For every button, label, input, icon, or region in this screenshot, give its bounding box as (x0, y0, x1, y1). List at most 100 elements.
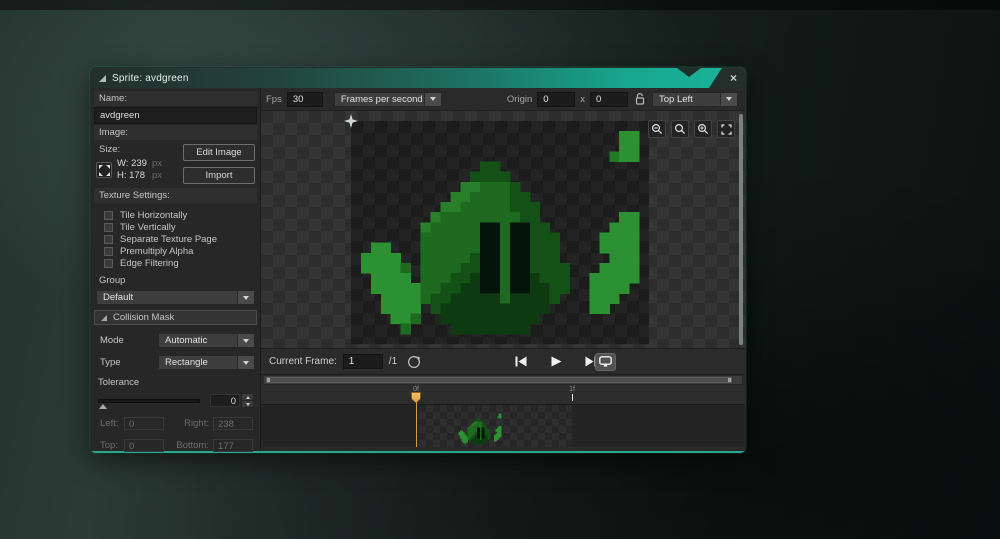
group-label: Group (99, 275, 126, 286)
checkbox-icon[interactable] (104, 234, 113, 244)
playhead-line[interactable] (415, 402, 417, 447)
triangle-down-icon (245, 402, 250, 406)
preview-toolbar: Fps 30 Frames per second Origin 0 x 0 To… (261, 88, 745, 111)
canvas-vertical-scrollbar[interactable] (739, 114, 743, 345)
skip-to-start-icon (515, 356, 527, 367)
origin-y-input[interactable]: 0 (590, 91, 628, 107)
checkbox-icon[interactable] (104, 222, 113, 232)
mode-label: Mode (100, 335, 124, 346)
texture-group-dropdown[interactable]: Default (96, 290, 255, 305)
collision-type-dropdown[interactable]: Rectangle (158, 355, 255, 370)
magnifier-plus-icon (697, 123, 709, 135)
checkbox-label: Tile Vertically (120, 221, 176, 233)
close-icon[interactable]: × (730, 72, 737, 84)
resize-sprite-button[interactable] (96, 162, 112, 178)
origin-lock-button[interactable] (633, 93, 647, 105)
chevron-down-icon (243, 295, 249, 300)
zoom-in-button[interactable] (694, 120, 712, 138)
checkbox-icon[interactable] (104, 258, 113, 268)
titlebar-close-zone: × (709, 68, 745, 88)
sprite-properties-panel: Name: avdgreen Image: Size: W: 239 H: 17… (91, 88, 261, 452)
origin-label: Origin (506, 93, 533, 105)
timeline-ruler[interactable]: 0f 1f (261, 385, 745, 405)
bottom-bound-input[interactable]: 177 (213, 438, 253, 452)
edit-image-button[interactable]: Edit Image (183, 144, 255, 161)
scrollbar-left-grip[interactable] (267, 378, 270, 382)
canvas-zoom-toolbar (648, 120, 735, 138)
loop-playback-button[interactable] (405, 353, 422, 370)
chevron-down-icon (243, 360, 249, 365)
timeline-frame-track[interactable] (261, 405, 745, 447)
animation-timeline: 0f 1f (261, 385, 745, 447)
right-bound-input[interactable]: 238 (213, 416, 253, 430)
play-icon (551, 356, 561, 367)
expand-arrows-icon (98, 164, 110, 176)
loop-icon (407, 355, 421, 368)
scrollbar-right-grip[interactable] (728, 378, 731, 382)
play-button[interactable] (548, 354, 564, 370)
checkbox-icon[interactable] (104, 210, 113, 220)
tolerance-spinner (242, 394, 253, 407)
checkbox-row-edge-filtering[interactable]: Edge Filtering (104, 257, 257, 269)
checkbox-row-tile-horizontally[interactable]: Tile Horizontally (104, 209, 257, 221)
frame-0-thumbnail[interactable] (457, 412, 503, 446)
spinner-down-button[interactable] (242, 401, 253, 407)
import-button[interactable]: Import (183, 167, 255, 184)
chevron-down-icon (243, 338, 249, 343)
monitor-icon (599, 356, 612, 367)
tolerance-slider[interactable] (98, 398, 200, 409)
origin-marker-icon[interactable] (344, 114, 358, 128)
fit-corners-icon (720, 123, 732, 135)
origin-x-input[interactable]: 0 (537, 91, 576, 107)
dropdown-arrow-button[interactable] (720, 92, 737, 106)
left-bound-input[interactable]: 0 (124, 416, 164, 430)
timeline-scrollbar-thumb[interactable] (266, 377, 732, 383)
speed-mode-dropdown[interactable]: Frames per second (333, 91, 442, 107)
fps-input[interactable]: 30 (286, 91, 323, 107)
checkbox-label: Edge Filtering (120, 257, 179, 269)
top-bound-label: Top: (100, 439, 118, 451)
top-bound-input[interactable]: 0 (124, 438, 164, 452)
origin-preset-dropdown[interactable]: Top Left (652, 91, 738, 107)
dropdown-arrow-button[interactable] (237, 291, 254, 304)
sprite-image-bounds[interactable] (351, 121, 649, 344)
checkbox-label: Tile Horizontally (120, 209, 188, 221)
titlebar-notch (677, 68, 701, 77)
type-label: Type (100, 357, 121, 368)
collision-mode-dropdown[interactable]: Automatic (158, 333, 255, 348)
desktop-background: Sprite: avdgreen × Name: avdgreen Image:… (0, 0, 1000, 539)
checkbox-label: Separate Texture Page (120, 233, 218, 245)
current-frame-input[interactable]: 1 (342, 354, 383, 369)
collapse-triangle-icon[interactable] (99, 74, 106, 82)
sprite-width-value: W: 239 (117, 158, 147, 169)
size-label: Size: (99, 144, 121, 155)
sprite-canvas[interactable] (261, 111, 745, 349)
fit-to-view-button[interactable] (717, 120, 735, 138)
sprite-preview-region: Fps 30 Frames per second Origin 0 x 0 To… (261, 88, 745, 451)
collapse-triangle-icon[interactable] (101, 314, 107, 321)
preview-toggle-button[interactable] (595, 352, 616, 371)
sprite-image (351, 121, 649, 344)
dropdown-arrow-button[interactable] (423, 92, 441, 106)
current-frame-label: Current Frame: (269, 356, 337, 367)
zoom-reset-button[interactable] (671, 120, 689, 138)
window-titlebar[interactable]: Sprite: avdgreen × (91, 68, 745, 88)
spinner-up-button[interactable] (242, 394, 253, 400)
checkbox-row-premultiply-alpha[interactable]: Premultiply Alpha (104, 245, 257, 257)
dropdown-arrow-button[interactable] (237, 356, 254, 369)
collision-mask-section-header[interactable]: Collision Mask (94, 310, 257, 325)
tolerance-label: Tolerance (98, 377, 140, 388)
dropdown-arrow-button[interactable] (237, 334, 254, 347)
collision-mask-header-label: Collision Mask (113, 312, 175, 323)
fps-label: Fps (266, 93, 282, 105)
timeline-scrollbar[interactable] (263, 375, 743, 385)
tolerance-value-input[interactable]: 0 (210, 394, 240, 407)
sprite-name-input[interactable]: avdgreen (94, 107, 257, 124)
checkbox-row-tile-vertically[interactable]: Tile Vertically (104, 221, 257, 233)
bottom-bound-label: Bottom: (176, 439, 209, 451)
slider-thumb[interactable] (99, 403, 107, 409)
checkbox-row-separate-texture-page[interactable]: Separate Texture Page (104, 233, 257, 245)
go-to-first-frame-button[interactable] (513, 354, 529, 370)
zoom-out-button[interactable] (648, 120, 666, 138)
checkbox-icon[interactable] (104, 246, 113, 256)
